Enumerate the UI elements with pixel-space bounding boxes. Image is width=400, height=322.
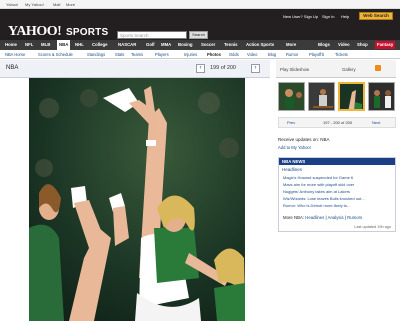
search-button[interactable]: Search — [189, 31, 208, 39]
thumbnail-1[interactable] — [278, 82, 305, 111]
subnav-scores[interactable]: Scores & Schedule — [38, 52, 73, 57]
subnav-nba-home[interactable]: NBA Home — [5, 52, 25, 57]
nba-news-box: NBA NEWS Headlines Magic's Howard suspen… — [278, 157, 396, 232]
photo-counter: 199 of 200 — [210, 65, 236, 71]
nav-nba[interactable]: NBA — [57, 40, 71, 50]
yahoo-logo[interactable]: YAHOO! — [8, 24, 62, 40]
sports-logo[interactable]: SPORTS — [66, 27, 108, 38]
thumbnail-4[interactable] — [368, 82, 395, 111]
news-item-1[interactable]: Magic's Howard suspended for Game 6 — [283, 175, 353, 180]
receive-updates-label: Receive updates on: NBA — [278, 137, 330, 142]
nav-mlb[interactable]: MLB — [41, 42, 50, 47]
nav-golf[interactable]: Golf — [146, 42, 155, 47]
subnav-odds[interactable]: Odds — [229, 52, 239, 57]
nav-nascar[interactable]: NASCAR — [118, 42, 136, 47]
nav-boxing[interactable]: Boxing — [178, 42, 193, 47]
subnav-video[interactable]: Video — [247, 52, 257, 57]
gallery-header: NBA ‹ 199 of 200 › — [0, 60, 270, 78]
nav-shop[interactable]: Shop — [357, 42, 368, 47]
thumbnail-2[interactable] — [308, 82, 335, 111]
nav-tennis[interactable]: Tennis — [224, 42, 238, 47]
nav-college[interactable]: College — [92, 42, 108, 47]
slideshow-toolbar: Play Slideshow Gallery — [276, 60, 396, 78]
sign-up-link[interactable]: New User? Sign Up — [283, 14, 318, 19]
add-to-my-yahoo-button[interactable]: Add to My Yahoo! — [278, 145, 311, 150]
site-header: YAHOO! SPORTS Sports Search Search New U… — [0, 9, 400, 40]
more-rumors-link[interactable]: Rumors — [347, 215, 362, 220]
more-analysis-link[interactable]: Analysis — [328, 215, 344, 220]
nav-home[interactable]: Home — [5, 42, 17, 47]
nba-subnav: NBA Home Scores & Schedule Standings Sta… — [0, 50, 400, 59]
more-nba-label: More NBA: — [283, 215, 305, 220]
rss-icon[interactable] — [375, 65, 381, 71]
more-nba-links: More NBA: Headlines | Analysis | Rumors — [283, 215, 363, 220]
gallery-title: NBA — [6, 65, 19, 71]
last-updated: Last updated 19h ago — [354, 225, 391, 229]
nav-more[interactable]: More — [286, 42, 296, 47]
nav-video[interactable]: Video — [338, 42, 350, 47]
mail-link[interactable]: Mail — [53, 2, 60, 7]
more-headlines-link[interactable]: Headlines — [305, 215, 324, 220]
cheerleader-photo-illustration — [29, 78, 245, 321]
help-link[interactable]: Help — [341, 14, 349, 19]
thumbnail-pager: Prev 197 - 200 of 200 Next — [278, 117, 396, 128]
news-item-3[interactable]: Nuggets' Anthony takes aim at Lakers — [283, 189, 350, 194]
subnav-playoffs[interactable]: PlayoffS — [309, 52, 324, 57]
gallery-view-button[interactable]: Gallery — [342, 67, 356, 72]
more-link[interactable]: More — [66, 2, 75, 7]
nav-blogs[interactable]: Blogs — [318, 42, 330, 47]
subnav-injuries[interactable]: Injuries — [184, 52, 197, 57]
subnav-standings[interactable]: Standings — [87, 52, 105, 57]
subnav-stats[interactable]: Stats — [115, 52, 124, 57]
news-title: NBA NEWS — [279, 158, 395, 165]
subnav-tickets[interactable]: Tickets — [335, 52, 348, 57]
subnav-photos[interactable]: Photos — [207, 52, 221, 57]
main-nav: Home NFL MLB NBA NHL College NASCAR Golf… — [0, 40, 400, 50]
thumbnail-strip — [278, 82, 396, 112]
sign-in-link[interactable]: Sign In — [322, 14, 334, 19]
web-search-button[interactable]: Web Search — [359, 12, 393, 20]
gallery-photo[interactable] — [29, 78, 245, 321]
nav-fantasy[interactable]: Fantasy — [375, 41, 396, 49]
subnav-teams[interactable]: Teams — [131, 52, 143, 57]
next-arrow-icon[interactable]: › — [251, 64, 260, 73]
thumbnail-3-selected[interactable] — [338, 82, 365, 111]
subnav-rumor[interactable]: Rumor — [286, 52, 298, 57]
news-item-4[interactable]: Wiz/Wizards: Lose leaves Bulls knocked o… — [283, 196, 365, 201]
nav-mma[interactable]: MMA — [161, 42, 171, 47]
nav-action-sports[interactable]: Action Sports — [246, 42, 274, 47]
news-item-2[interactable]: Mavs aim for more with playoff skid over — [283, 182, 354, 187]
sports-search-input[interactable]: Sports Search — [117, 31, 187, 39]
my-yahoo-link[interactable]: My Yahoo! — [25, 2, 44, 7]
subnav-blog[interactable]: Blog — [268, 52, 276, 57]
subnav-players[interactable]: Players — [155, 52, 169, 57]
news-item-5[interactable]: Rumor: Who is Detroit more likely to... — [283, 203, 350, 208]
thumbs-next-button[interactable]: Next — [372, 120, 380, 125]
play-slideshow-button[interactable]: Play Slideshow — [280, 67, 309, 72]
news-tab-headlines[interactable]: Headlines — [282, 167, 302, 172]
nav-nfl[interactable]: NFL — [25, 42, 33, 47]
yahoo-link[interactable]: Yahoo! — [6, 2, 18, 7]
top-utility-bar: Yahoo! My Yahoo! Mail More — [0, 0, 400, 9]
nav-soccer[interactable]: Soccer — [201, 42, 215, 47]
thumbs-prev-button[interactable]: Prev — [287, 120, 295, 125]
thumbs-range: 197 - 200 of 200 — [323, 120, 353, 125]
prev-arrow-icon[interactable]: ‹ — [196, 64, 205, 73]
nav-nhl[interactable]: NHL — [75, 42, 84, 47]
